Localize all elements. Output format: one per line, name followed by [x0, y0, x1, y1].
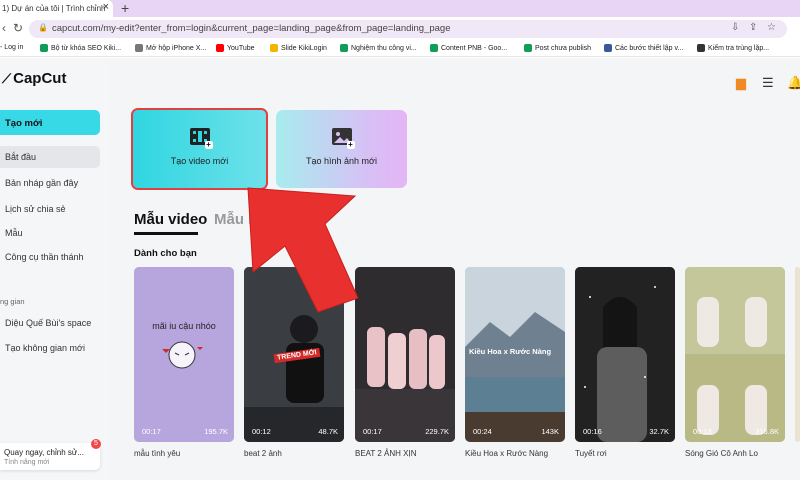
- bookmark-icon: [135, 44, 143, 52]
- notice-subtitle: Tính năng mới: [4, 459, 50, 466]
- likes-count: 316.8K: [755, 427, 779, 436]
- sidebar-item-user-space[interactable]: Diệu Quế Bùi's space: [0, 312, 100, 334]
- main-content: ▆ ☰ 🔔 + Tạo video mới + Tạo hình ảnh mới…: [110, 58, 800, 480]
- template-card-partial[interactable]: [795, 267, 800, 442]
- sheets-icon: [40, 44, 48, 52]
- close-icon[interactable]: ×: [103, 1, 109, 13]
- create-new-button[interactable]: Tạo mới: [0, 110, 100, 135]
- browser-tab-title: 1) Dự án của tôi | Trình chỉnh: [2, 4, 106, 13]
- tab-image-templates[interactable]: Mẫu hình: [214, 211, 264, 228]
- create-video-label: Tạo video mới: [170, 156, 229, 166]
- bookmarks-bar: - Log in Bộ từ khóa SEO Kiki... Mở hộp i…: [0, 41, 800, 57]
- bell-icon[interactable]: 🔔: [787, 75, 800, 91]
- create-image-label: Tạo hình ảnh mới: [306, 156, 377, 166]
- template-name[interactable]: beat 2 ảnh: [244, 449, 282, 458]
- duration: 00:17: [142, 427, 161, 436]
- thumb-overlay-text: Kiều Hoa x Rước Nàng: [469, 347, 552, 356]
- bookmark-item[interactable]: Mở hộp iPhone X...: [135, 44, 206, 52]
- duration: 00:13: [693, 427, 712, 436]
- likes-count: 32.7K: [649, 427, 669, 436]
- template-name[interactable]: Tuyết rơi: [575, 449, 607, 458]
- layers-icon[interactable]: ☰: [762, 75, 774, 91]
- likes-count: 195.7K: [204, 427, 228, 436]
- sidebar-item-templates[interactable]: Mẫu: [0, 222, 100, 244]
- template-card[interactable]: 00:17 229.7K: [355, 267, 455, 442]
- likes-count: 143K: [541, 427, 559, 436]
- video-film-icon: +: [189, 127, 213, 149]
- template-card[interactable]: Kiều Hoa x Rước Nàng 00:24 143K: [465, 267, 565, 442]
- bookmark-item[interactable]: Slide KikiLogin: [270, 44, 327, 52]
- sidebar-item-magic-tools[interactable]: Công cụ thần thánh: [0, 246, 100, 268]
- bookmark-item[interactable]: Content PNB - Goo...: [430, 44, 507, 52]
- back-icon[interactable]: ‹: [2, 21, 6, 35]
- new-tab-button[interactable]: +: [121, 0, 129, 16]
- tab-video-templates[interactable]: Mẫu video: [134, 211, 207, 228]
- bookmark-item[interactable]: Bộ từ khóa SEO Kiki...: [40, 44, 121, 52]
- sidebar-item-start[interactable]: Bắt đầu: [0, 146, 100, 168]
- capcut-app: ⟋ CapCut Tạo mới Bắt đầu Bản nháp gần đây…: [0, 58, 800, 480]
- template-card[interactable]: TREND MỚI 00:12 48.7K: [244, 267, 344, 442]
- duration: 00:12: [252, 427, 271, 436]
- sidebar-item-share-history[interactable]: Lịch sử chia sẻ: [0, 198, 100, 220]
- drive-icon: [270, 44, 278, 52]
- new-feature-notice[interactable]: Quay ngay, chỉnh sử... Tính năng mới 5: [0, 439, 101, 470]
- capcut-logo-icon: ⟋: [2, 71, 12, 86]
- url-field[interactable]: 🔒 capcut.com/my-edit?enter_from=login&cu…: [29, 20, 787, 38]
- sidebar: ⟋ CapCut Tạo mới Bắt đầu Bản nháp gần đây…: [0, 58, 110, 480]
- bookmark-item[interactable]: Các bước thiết lập v...: [604, 44, 683, 52]
- duration: 00:24: [473, 427, 492, 436]
- likes-count: 229.7K: [425, 427, 449, 436]
- notice-title: Quay ngay, chỉnh sử...: [4, 448, 84, 457]
- bookmark-icon: [697, 44, 705, 52]
- likes-count: 48.7K: [318, 427, 338, 436]
- thumb-overlay-text: mãi iu cậu nhóo: [152, 321, 216, 331]
- template-name[interactable]: BEAT 2 ẢNH XỊN: [355, 449, 417, 458]
- sheets-icon: [524, 44, 532, 52]
- image-icon: +: [331, 127, 355, 149]
- bookmark-item[interactable]: Nghiệm thu công vi...: [340, 44, 417, 52]
- sheets-icon: [340, 44, 348, 52]
- capcut-logo[interactable]: ⟋ CapCut: [2, 70, 66, 87]
- sidebar-item-recent-drafts[interactable]: Bản nháp gần đây: [0, 172, 100, 194]
- section-title: Dành cho bạn: [134, 248, 197, 259]
- template-name[interactable]: Sóng Gió Cô Anh Lo: [685, 449, 758, 458]
- star-icon[interactable]: ☆: [767, 22, 776, 33]
- template-name[interactable]: mẫu tình yêu: [134, 449, 180, 458]
- lock-icon: 🔒: [38, 23, 48, 32]
- notification-badge: 5: [91, 439, 101, 449]
- template-card[interactable]: 00:13 316.8K: [685, 267, 785, 442]
- url-text: capcut.com/my-edit?enter_from=login&curr…: [52, 23, 451, 34]
- template-card[interactable]: 00:16 32.7K: [575, 267, 675, 442]
- create-image-card[interactable]: + Tạo hình ảnh mới: [276, 110, 407, 188]
- reload-icon[interactable]: ↻: [13, 21, 23, 35]
- bookmark-icon: [604, 44, 612, 52]
- template-name[interactable]: Kiều Hoa x Rước Nàng: [465, 449, 548, 458]
- browser-tabbar: 1) Dự án của tôi | Trình chỉnh × +: [0, 0, 800, 17]
- youtube-icon: [216, 44, 224, 52]
- active-tab-underline: [134, 232, 198, 235]
- bookmark-item[interactable]: YouTube: [216, 44, 255, 52]
- duration: 00:16: [583, 427, 602, 436]
- address-bar-row: ‹ ↻ 🔒 capcut.com/my-edit?enter_from=logi…: [0, 17, 800, 41]
- template-card[interactable]: mãi iu cậu nhóo 00:17 195.7K: [134, 267, 234, 442]
- share-icon[interactable]: ⇪: [749, 22, 757, 33]
- bookmark-item[interactable]: Kiểm tra trùng lặp...: [697, 44, 769, 52]
- create-video-card[interactable]: + Tạo video mới: [131, 108, 268, 190]
- gift-icon[interactable]: ▆: [736, 75, 746, 91]
- bookmark-item[interactable]: Post chưa publish: [524, 44, 591, 52]
- browser-tab[interactable]: 1) Dự án của tôi | Trình chỉnh ×: [0, 0, 113, 17]
- sidebar-section-spaces: ng gian: [0, 297, 25, 306]
- install-icon[interactable]: ⇩: [731, 22, 739, 33]
- bookmark-item[interactable]: - Log in: [0, 44, 23, 51]
- sheets-icon: [430, 44, 438, 52]
- sidebar-item-create-space[interactable]: Tạo không gian mới: [0, 337, 100, 359]
- duration: 00:17: [363, 427, 382, 436]
